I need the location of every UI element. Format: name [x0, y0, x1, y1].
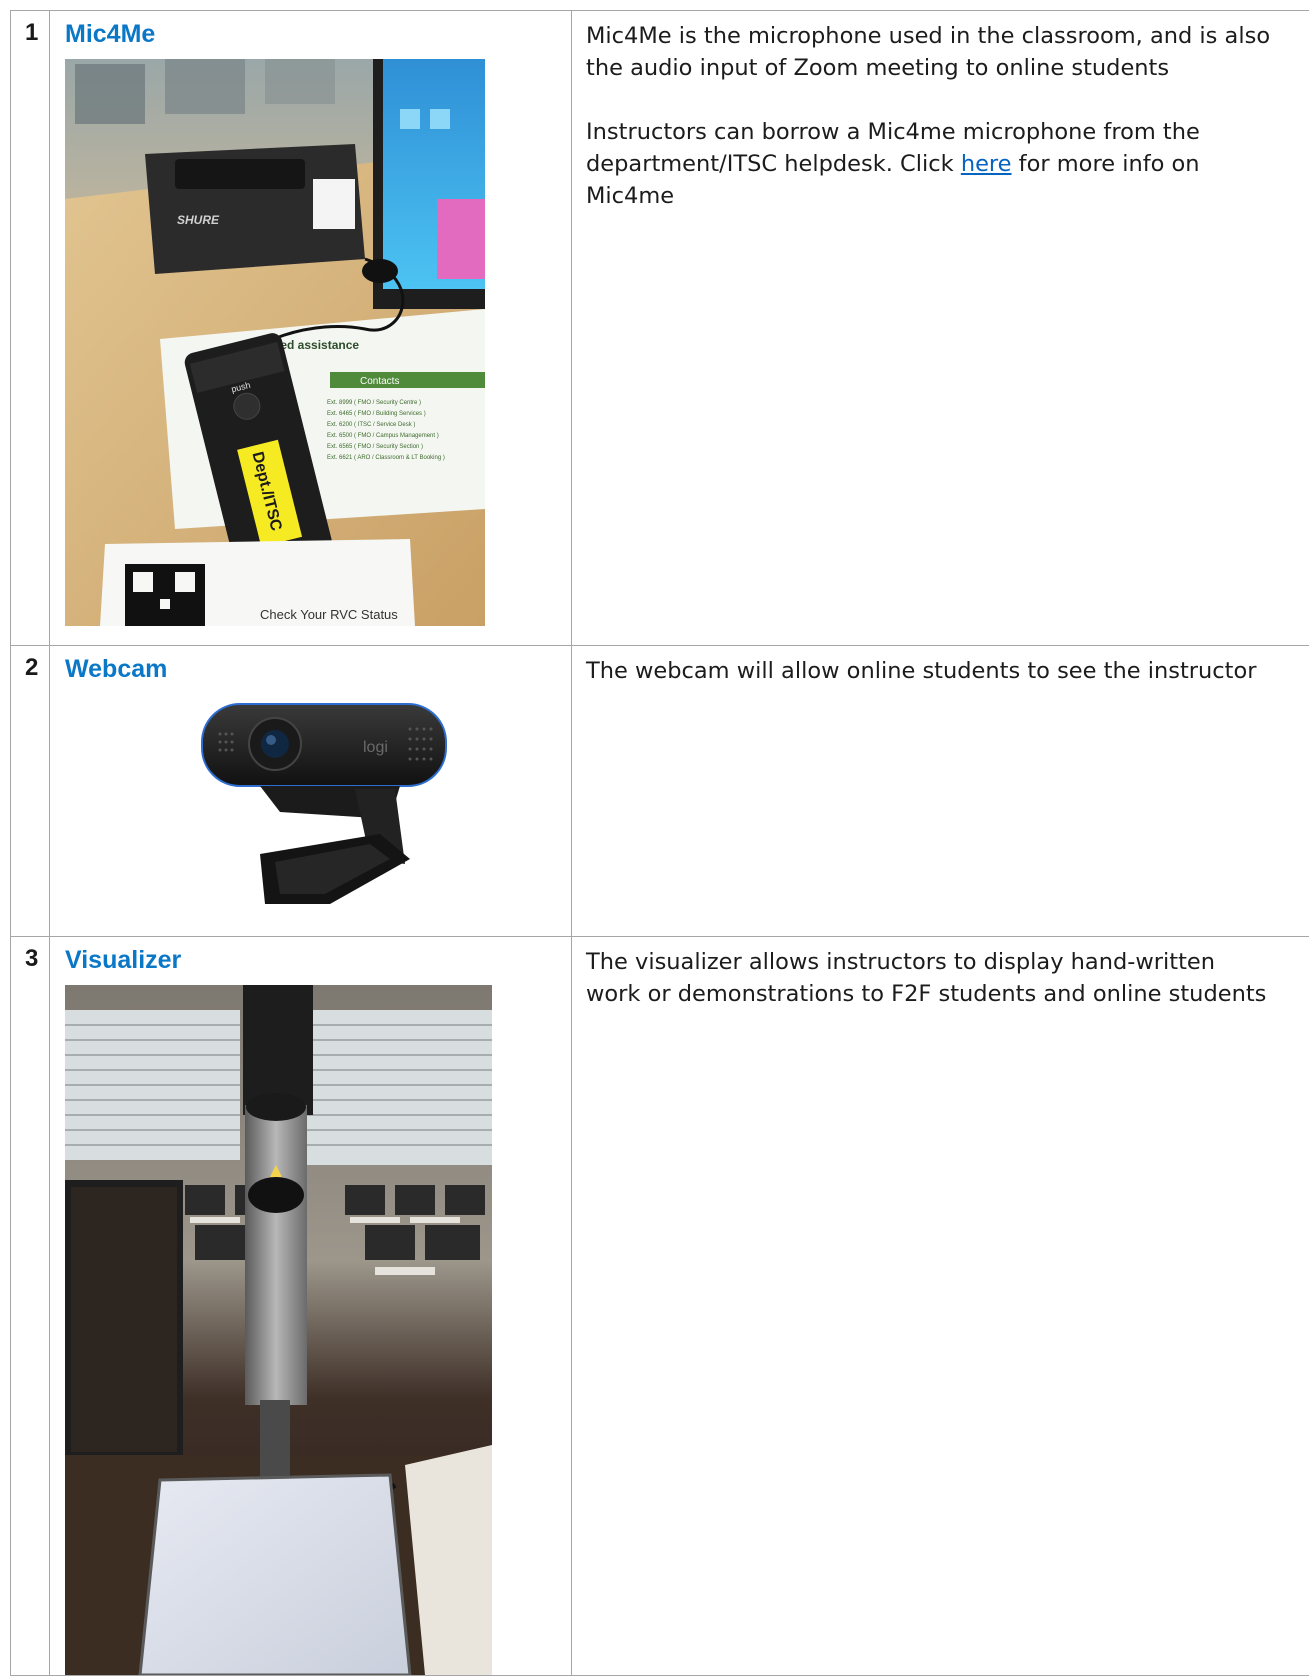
more-info-link[interactable]: here: [961, 151, 1012, 177]
equipment-table: 1 Mic4Me: [10, 10, 1309, 1676]
webcam-brand-text: logi: [363, 739, 388, 756]
qr-caption-text: Check Your RVC Status: [260, 607, 398, 622]
mic4me-photo: SHURE Need assistance Contacts Ext. 8999…: [65, 59, 485, 626]
table-row: 3 Visualizer: [11, 937, 1309, 1676]
visualizer-photo: [65, 985, 492, 1675]
table-row: 2 Webcam: [11, 646, 1309, 937]
item-description: The webcam will allow online students to…: [572, 646, 1276, 687]
item-title: Webcam: [50, 646, 571, 684]
row-number-cell: 3: [11, 937, 50, 1676]
description-cell: The webcam will allow online students to…: [572, 646, 1309, 937]
item-cell: Visualizer: [50, 937, 572, 1676]
description-cell: Mic4Me is the microphone used in the cla…: [572, 11, 1309, 646]
item-cell: Webcam: [50, 646, 572, 937]
contact-line: Ext. 6465 ( FMO / Building Services ): [327, 411, 426, 417]
row-number: 2: [11, 646, 49, 682]
charger-brand-text: SHURE: [177, 213, 220, 227]
webcam-photo: logi: [200, 694, 450, 909]
row-number-cell: 1: [11, 11, 50, 646]
item-cell: Mic4Me: [50, 11, 572, 646]
contact-line: Ext. 6200 ( ITSC / Service Desk ): [327, 422, 415, 428]
item-description: The visualizer allows instructors to dis…: [572, 937, 1276, 1010]
description-paragraph: Mic4Me is the microphone used in the cla…: [586, 20, 1276, 84]
description-cell: The visualizer allows instructors to dis…: [572, 937, 1309, 1676]
description-paragraph: Instructors can borrow a Mic4me micropho…: [586, 116, 1276, 212]
row-number: 3: [11, 937, 49, 973]
contacts-header-text: Contacts: [360, 376, 399, 387]
item-description: Mic4Me is the microphone used in the cla…: [572, 11, 1276, 212]
table-row: 1 Mic4Me: [11, 11, 1309, 646]
item-title: Mic4Me: [50, 11, 571, 49]
contact-line: Ext. 6500 ( FMO / Campus Management ): [327, 433, 439, 439]
row-number: 1: [11, 11, 49, 47]
row-number-cell: 2: [11, 646, 50, 937]
contact-line: Ext. 6621 ( ARO / Classroom & LT Booking…: [327, 455, 445, 461]
item-title: Visualizer: [50, 937, 571, 975]
contact-line: Ext. 6565 ( FMO / Security Section ): [327, 444, 423, 450]
contact-line: Ext. 8999 ( FMO / Security Centre ): [327, 400, 421, 406]
